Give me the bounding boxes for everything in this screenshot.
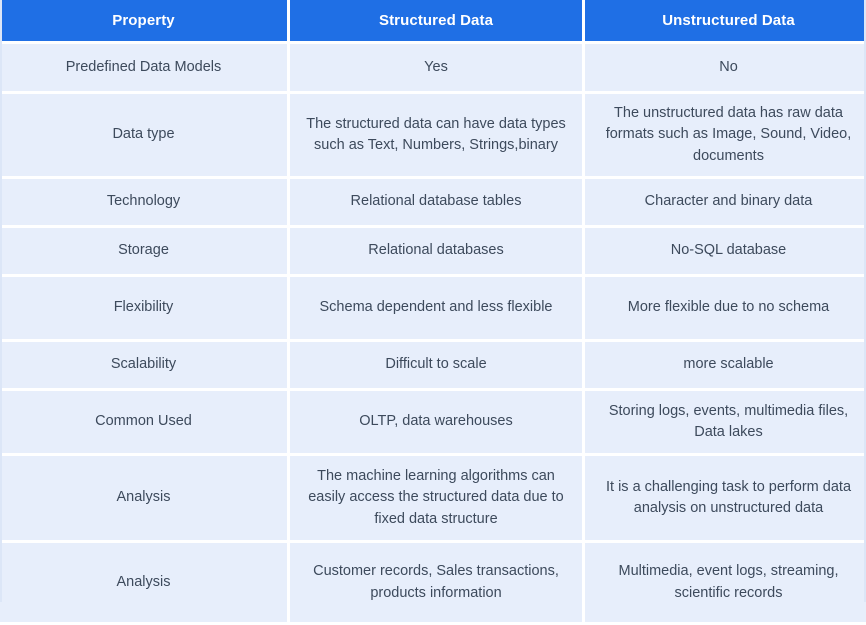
cell-unstructured: The unstructured data has raw data forma… [585, 94, 866, 176]
cell-property: Data type [0, 94, 287, 176]
table-row: Technology Relational database tables Ch… [0, 179, 866, 225]
comparison-table-container: Property Structured Data Unstructured Da… [0, 0, 866, 625]
cell-property: Analysis [0, 456, 287, 540]
cell-unstructured: Multimedia, event logs, streaming, scien… [585, 543, 866, 622]
table-row: Analysis The machine learning algorithms… [0, 456, 866, 540]
table-body: Predefined Data Models Yes No Data type … [0, 44, 866, 622]
cell-property: Flexibility [0, 277, 287, 339]
table-row: Analysis Customer records, Sales transac… [0, 543, 866, 622]
column-header-structured-data: Structured Data [290, 0, 582, 41]
table-row: Common Used OLTP, data warehouses Storin… [0, 391, 866, 453]
cell-property: Storage [0, 228, 287, 274]
table-header-row: Property Structured Data Unstructured Da… [0, 0, 866, 41]
cell-structured: Yes [290, 44, 582, 91]
cell-property: Analysis [0, 543, 287, 622]
table-row: Predefined Data Models Yes No [0, 44, 866, 91]
table-row: Data type The structured data can have d… [0, 94, 866, 176]
structured-vs-unstructured-table: Property Structured Data Unstructured Da… [0, 0, 866, 625]
cell-unstructured: more scalable [585, 342, 866, 388]
cell-structured: OLTP, data warehouses [290, 391, 582, 453]
table-row: Scalability Difficult to scale more scal… [0, 342, 866, 388]
cell-property: Scalability [0, 342, 287, 388]
cell-structured: Difficult to scale [290, 342, 582, 388]
cell-structured: Relational database tables [290, 179, 582, 225]
table-row: Storage Relational databases No-SQL data… [0, 228, 866, 274]
cell-unstructured: More flexible due to no schema [585, 277, 866, 339]
cell-property: Predefined Data Models [0, 44, 287, 91]
cell-property: Common Used [0, 391, 287, 453]
table-header: Property Structured Data Unstructured Da… [0, 0, 866, 41]
column-header-property: Property [0, 0, 287, 41]
cell-unstructured: No [585, 44, 866, 91]
cell-unstructured: Character and binary data [585, 179, 866, 225]
cell-property: Technology [0, 179, 287, 225]
cell-structured: Schema dependent and less flexible [290, 277, 582, 339]
cell-structured: The machine learning algorithms can easi… [290, 456, 582, 540]
cell-unstructured: It is a challenging task to perform data… [585, 456, 866, 540]
cell-structured: The structured data can have data types … [290, 94, 582, 176]
table-row: Flexibility Schema dependent and less fl… [0, 277, 866, 339]
cell-structured: Customer records, Sales transactions, pr… [290, 543, 582, 622]
cell-unstructured: Storing logs, events, multimedia files, … [585, 391, 866, 453]
cell-structured: Relational databases [290, 228, 582, 274]
column-header-unstructured-data: Unstructured Data [585, 0, 866, 41]
cell-unstructured: No-SQL database [585, 228, 866, 274]
